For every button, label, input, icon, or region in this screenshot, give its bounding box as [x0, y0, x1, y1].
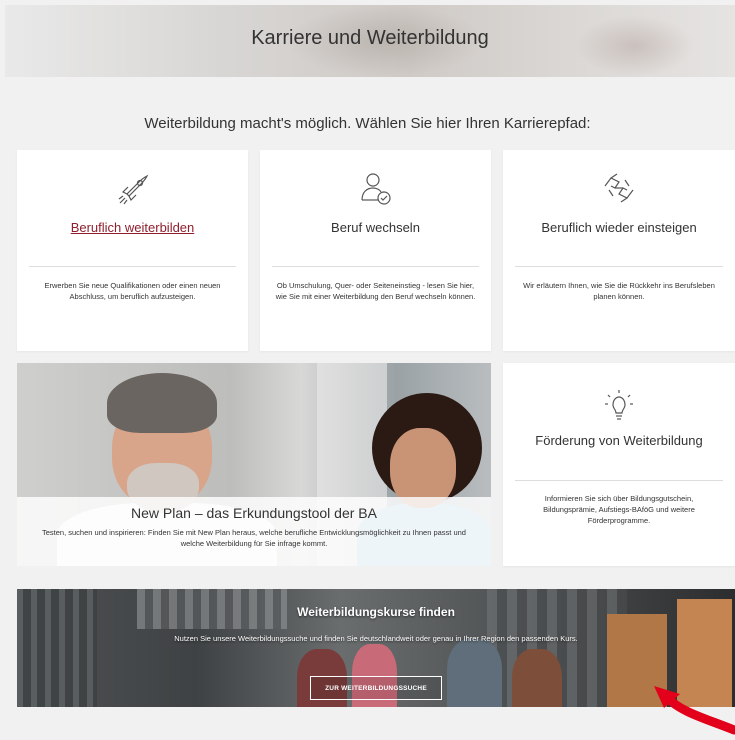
divider — [515, 266, 723, 267]
card-description: Informieren Sie sich über Bildungsgutsch… — [543, 494, 695, 525]
card-title[interactable]: Beruflich wieder einsteigen — [503, 220, 735, 235]
weiterbildungskurse-hero: Weiterbildungskurse finden Nutzen Sie un… — [17, 589, 735, 707]
handshake-icon — [503, 168, 735, 208]
header-banner: Karriere und Weiterbildung — [5, 5, 735, 77]
card-title[interactable]: Beruf wechseln — [260, 220, 491, 235]
card-title[interactable]: Förderung von Weiterbildung — [503, 433, 735, 448]
card-beruf-wechseln[interactable]: Beruf wechseln Ob Umschulung, Quer- oder… — [260, 150, 491, 351]
new-plan-promo[interactable]: New Plan – das Erkundungstool der BA Tes… — [17, 363, 491, 566]
divider — [272, 266, 479, 267]
promo-title[interactable]: New Plan – das Erkundungstool der BA — [17, 505, 491, 521]
card-description: Wir erläutern Ihnen, wie Sie die Rückkeh… — [523, 281, 715, 301]
card-foerderung-von-weiterbildung[interactable]: Förderung von Weiterbildung Informieren … — [503, 363, 735, 566]
person-switch-icon — [260, 168, 491, 208]
promo-description: Testen, suchen und inspirieren: Finden S… — [42, 528, 466, 548]
lightbulb-icon — [503, 387, 735, 427]
divider — [515, 480, 723, 481]
card-title[interactable]: Beruflich weiterbilden — [17, 220, 248, 235]
page-title: Karriere und Weiterbildung — [251, 27, 489, 49]
page: Karriere und Weiterbildung Weiterbildung… — [0, 0, 735, 740]
card-description: Erwerben Sie neue Qualifikationen oder e… — [44, 281, 221, 301]
rocket-icon — [17, 168, 248, 208]
card-description: Ob Umschulung, Quer- oder Seiteneinstieg… — [275, 281, 476, 301]
intro-text: Weiterbildung macht's möglich. Wählen Si… — [144, 115, 591, 132]
weiterbildungssuche-button[interactable]: ZUR WEITERBILDUNGSSUCHE — [310, 676, 442, 700]
divider — [29, 266, 236, 267]
promo-caption: New Plan – das Erkundungstool der BA Tes… — [17, 497, 491, 566]
hero-title: Weiterbildungskurse finden — [297, 605, 455, 619]
annotation-arrow-icon — [654, 686, 735, 735]
card-beruflich-weiterbilden[interactable]: Beruflich weiterbilden Erwerben Sie neue… — [17, 150, 248, 351]
hero-description: Nutzen Sie unsere Weiterbildungssuche un… — [174, 634, 578, 643]
card-beruflich-wieder-einsteigen[interactable]: Beruflich wieder einsteigen Wir erläuter… — [503, 150, 735, 351]
